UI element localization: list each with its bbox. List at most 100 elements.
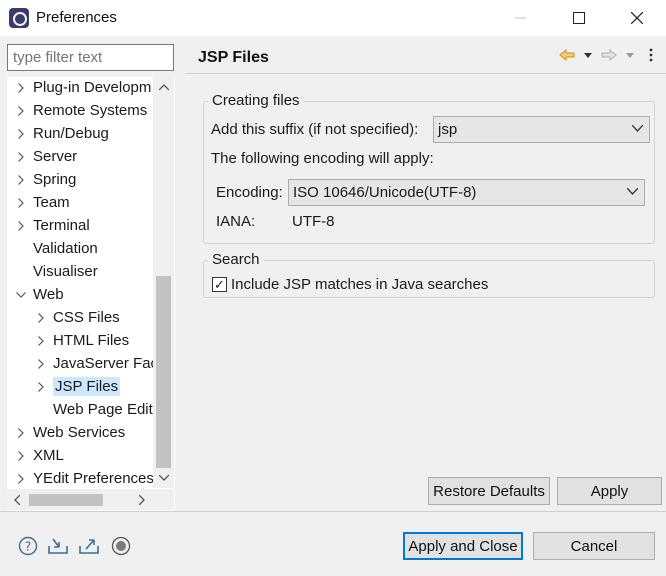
search-title: Search [208, 251, 264, 268]
encoding-combo[interactable]: ISO 10646/Unicode(UTF-8) [288, 179, 645, 206]
chevron-right-icon[interactable] [13, 220, 29, 231]
chevron-right-icon[interactable] [33, 312, 49, 323]
chevron-right-icon[interactable] [13, 82, 29, 93]
scroll-up-icon[interactable] [156, 79, 172, 95]
chevron-right-icon[interactable] [13, 450, 29, 461]
tree-item[interactable]: XML [13, 444, 64, 467]
chevron-down-icon [626, 184, 639, 198]
tree-item[interactable]: Terminal [13, 214, 90, 237]
tree-item-label: Team [33, 194, 70, 211]
encoding-intro: The following encoding will apply: [211, 150, 434, 167]
tree-item[interactable]: JSP Files [33, 375, 121, 398]
cancel-button[interactable]: Cancel [533, 532, 655, 560]
iana-label: IANA: [216, 213, 256, 230]
back-history-dropdown-icon[interactable] [579, 46, 597, 64]
import-icon[interactable] [47, 535, 69, 557]
maximize-button[interactable] [556, 0, 602, 36]
tree-item-label: CSS Files [53, 309, 120, 326]
tree-item[interactable]: Web [13, 283, 64, 306]
tree-item[interactable]: Server [13, 145, 77, 168]
help-icon[interactable]: ? [17, 535, 39, 557]
minimize-icon [515, 17, 526, 19]
include-jsp-label[interactable]: Include JSP matches in Java searches [231, 276, 488, 293]
include-jsp-checkbox[interactable]: ✓ [212, 277, 227, 292]
tree-item-label: Spring [33, 171, 77, 188]
tree-item[interactable]: Web Services [13, 421, 125, 444]
iana-value: UTF-8 [292, 213, 335, 230]
tree-item[interactable]: Plug-in Developm [13, 77, 151, 99]
chevron-right-icon[interactable] [13, 105, 29, 116]
close-window-button[interactable] [614, 0, 660, 36]
view-menu-icon[interactable] [642, 46, 660, 64]
preferences-tree: Plug-in Developm Remote Systems Run/Debug S… [7, 77, 175, 511]
tree-item-label: JSP Files [53, 377, 121, 396]
export-icon[interactable] [78, 535, 100, 557]
apply-and-close-button[interactable]: Apply and Close [403, 532, 523, 560]
tree-item-label: Run/Debug [33, 125, 109, 142]
chevron-right-icon[interactable] [33, 335, 49, 346]
tree-item-label: XML [33, 447, 64, 464]
back-arrow-icon[interactable] [558, 46, 576, 64]
chevron-right-icon[interactable] [13, 473, 29, 484]
horizontal-scroll-thumb[interactable] [29, 494, 103, 506]
tree-item-label: JavaServer Face [53, 355, 167, 372]
forward-history-dropdown-icon[interactable] [621, 46, 639, 64]
chevron-right-icon[interactable] [13, 197, 29, 208]
chevron-right-icon[interactable] [33, 358, 49, 369]
tree-item-label: Web [33, 286, 64, 303]
suffix-value: jsp [438, 121, 458, 138]
footer-separator [0, 511, 666, 512]
header-separator [186, 73, 666, 74]
tree-item[interactable]: CSS Files [33, 306, 120, 329]
eclipse-app-icon [9, 8, 29, 28]
tree-item-label: Server [33, 148, 78, 165]
tree-item-label: Remote Systems [33, 102, 148, 119]
scroll-down-icon[interactable] [156, 470, 172, 486]
tree-item[interactable]: Remote Systems [13, 99, 147, 122]
tree-item-label: YEdit Preferences [33, 470, 154, 487]
chevron-right-icon[interactable] [13, 151, 29, 162]
chevron-right-icon[interactable] [33, 381, 49, 392]
tree-item-label: Visualiser [33, 263, 98, 280]
chevron-right-icon[interactable] [13, 128, 29, 139]
window-title: Preferences [36, 9, 117, 26]
svg-text:?: ? [25, 540, 31, 554]
restore-defaults-button[interactable]: Restore Defaults [428, 477, 550, 505]
tree-item-label: Web Services [33, 424, 126, 441]
chevron-down-icon [631, 121, 644, 135]
tree-item-label: Validation [33, 240, 98, 257]
tree-item-label: Plug-in Developm [33, 79, 152, 96]
suffix-combo[interactable]: jsp [433, 116, 650, 143]
chevron-down-icon[interactable] [13, 291, 29, 298]
tree-item[interactable]: Run/Debug [13, 122, 109, 145]
tree-item[interactable]: HTML Files [33, 329, 129, 352]
encoding-label: Encoding: [216, 184, 283, 201]
tree-item-label: Web Page Edit [53, 401, 153, 418]
chevron-right-icon[interactable] [13, 427, 29, 438]
chevron-right-icon[interactable] [13, 174, 29, 185]
tree-item[interactable]: YEdit Preferences [13, 467, 154, 490]
encoding-value: ISO 10646/Unicode(UTF-8) [293, 184, 477, 201]
page-title: JSP Files [198, 49, 269, 66]
forward-arrow-icon[interactable] [600, 46, 618, 64]
tree-item[interactable]: JavaServer Face [33, 352, 166, 375]
scroll-right-icon[interactable] [134, 492, 150, 508]
scroll-left-icon[interactable] [9, 492, 25, 508]
maximize-icon [573, 12, 585, 24]
record-icon[interactable] [110, 535, 132, 557]
creating-files-title: Creating files [208, 92, 304, 109]
minimize-button[interactable] [498, 0, 544, 36]
apply-button[interactable]: Apply [557, 477, 662, 505]
tree-item[interactable]: Team [13, 191, 70, 214]
filter-input[interactable] [7, 44, 174, 71]
check-icon: ✓ [214, 277, 225, 292]
tree-item[interactable]: Spring [13, 168, 76, 191]
tree-item[interactable]: Validation [13, 237, 98, 260]
vertical-scroll-thumb[interactable] [156, 276, 171, 468]
suffix-label: Add this suffix (if not specified): [211, 121, 419, 138]
close-icon [631, 12, 643, 24]
tree-item[interactable]: Visualiser [13, 260, 98, 283]
tree-item-label: HTML Files [53, 332, 130, 349]
tree-item-label: Terminal [33, 217, 90, 234]
tree-item[interactable]: Web Page Edit [33, 398, 153, 421]
